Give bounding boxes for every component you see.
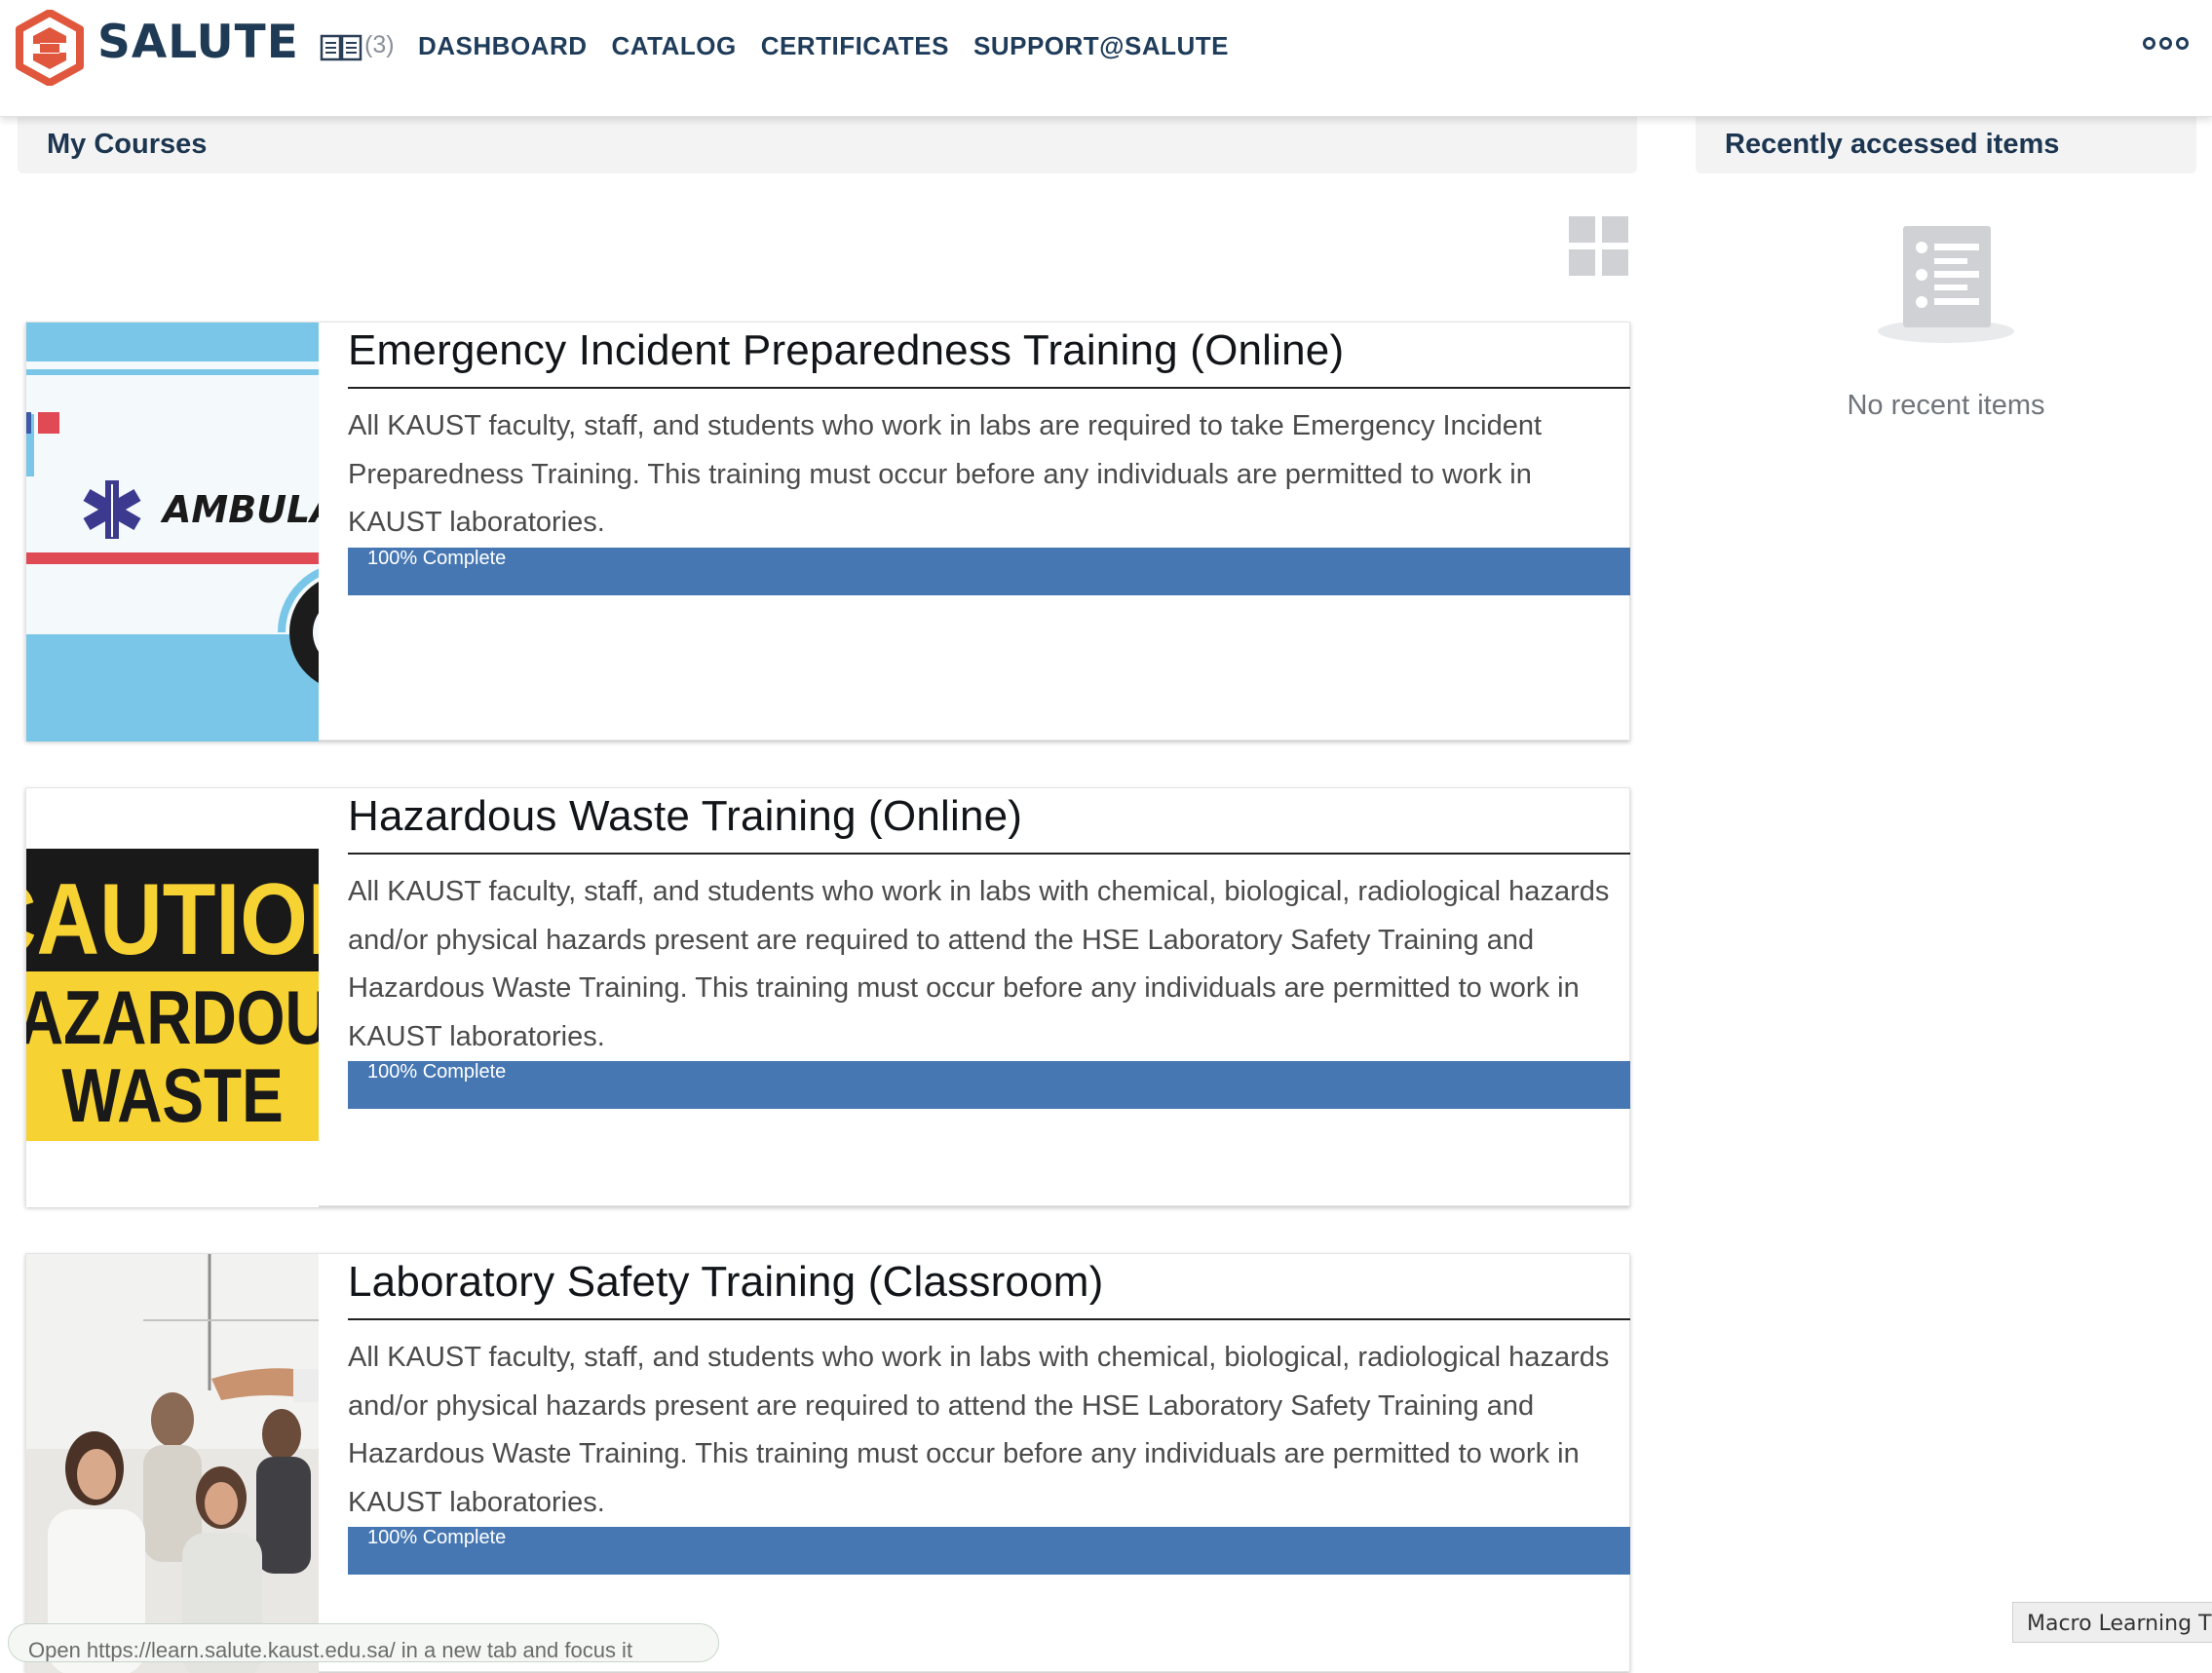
progress-bar: 100% Complete [348,1061,1630,1109]
main-nav: DASHBOARD CATALOG CERTIFICATES SUPPORT@S… [418,31,1229,61]
progress-fill [348,1527,1630,1575]
ambulance-text: AMBULANCE [160,488,319,531]
recent-items-title: Recently accessed items [1725,129,2060,160]
book-icon[interactable] [320,33,362,62]
macro-learning-badge[interactable]: Macro Learning Tl [2012,1602,2212,1643]
no-recent-items: No recent items [1847,390,2045,421]
waste-text: WASTE [61,1053,283,1138]
my-courses-header: My Courses [18,117,1637,173]
course-body: Emergency Incident Preparedness Training… [348,323,1630,595]
top-navbar: SALUTE (3) DASHBOARD CATALOG CERTIFICATE… [0,0,2212,117]
hazardous-text: HAZARDOUS [26,975,319,1060]
course-card[interactable]: AMBULANCE Emergency Incident Preparednes… [25,322,1630,741]
course-description: All KAUST faculty, staff, and students w… [348,876,1610,1052]
nav-dashboard[interactable]: DASHBOARD [418,31,588,61]
nav-catalog[interactable]: CATALOG [612,31,737,61]
course-title-link[interactable]: Emergency Incident Preparedness Training… [348,323,1630,389]
status-url-tooltip: Open https://learn.salute.kaust.edu.sa/ … [8,1623,719,1662]
course-description: All KAUST faculty, staff, and students w… [348,410,1543,538]
brand-name[interactable]: SALUTE [97,16,299,69]
course-card[interactable]: CAUTION HAZARDOUS WASTE Hazardous Waste … [25,787,1630,1207]
progress-label: 100% Complete [367,1061,507,1083]
progress-label: 100% Complete [367,547,507,569]
my-courses-title: My Courses [47,129,208,160]
course-title-link[interactable]: Laboratory Safety Training (Classroom) [348,1254,1630,1320]
recent-items-header: Recently accessed items [1696,117,2196,173]
cart-count[interactable]: (3) [364,31,395,59]
grid-view-icon[interactable] [1569,216,1629,277]
progress-bar: 100% Complete [348,1527,1630,1575]
salute-logo-icon[interactable] [16,10,84,86]
course-title-link[interactable]: Hazardous Waste Training (Online) [348,788,1630,855]
course-description: All KAUST faculty, staff, and students w… [348,1342,1610,1518]
classroom-photo-thumbnail[interactable] [26,1254,319,1673]
progress-label: 100% Complete [367,1527,507,1548]
more-menu-icon[interactable] [2143,37,2189,50]
nav-certificates[interactable]: CERTIFICATES [761,31,949,61]
caution-text: CAUTION [26,862,319,976]
course-body: Laboratory Safety Training (Classroom) A… [348,1254,1630,1575]
nav-support[interactable]: SUPPORT@SALUTE [973,31,1229,61]
caution-sign-thumbnail[interactable]: CAUTION HAZARDOUS WASTE [26,788,319,1207]
course-body: Hazardous Waste Training (Online) All KA… [348,788,1630,1109]
progress-fill [348,1061,1630,1109]
list-icon [1878,226,2014,343]
progress-fill [348,547,1630,595]
progress-bar: 100% Complete [348,547,1630,595]
course-card[interactable]: Laboratory Safety Training (Classroom) A… [25,1253,1630,1673]
ambulance-thumbnail[interactable]: AMBULANCE [26,323,319,741]
